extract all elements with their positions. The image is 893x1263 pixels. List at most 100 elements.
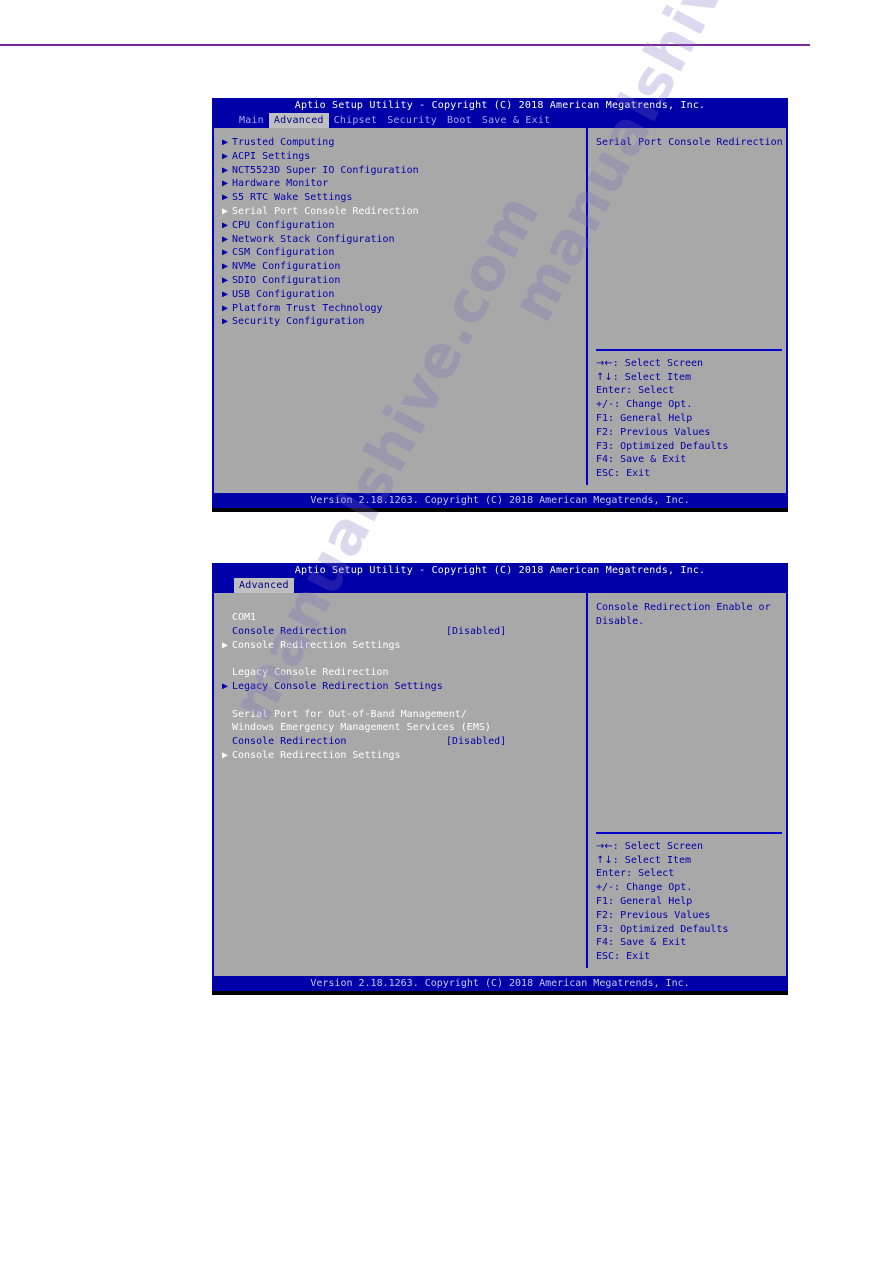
spacer-icon: ▶ <box>222 611 232 625</box>
menu-item-csm-configuration[interactable]: ▶ CSM Configuration <box>218 246 586 260</box>
help-description: Serial Port Console Redirection <box>596 136 786 150</box>
key-hint-label: : Select Item <box>612 854 692 866</box>
key-legend: →←: Select Screen ↑↓: Select Item Enter: S… <box>596 357 786 485</box>
key-hint: F1: General Help <box>596 895 786 909</box>
screen-body: ▶COM1▶Console Redirection[Disabled]▶Cons… <box>212 593 788 968</box>
tab-boot[interactable]: Boot <box>442 113 477 128</box>
page-top-rule <box>0 44 810 46</box>
submenu-arrow-icon: ▶ <box>222 137 229 148</box>
menu-tab-bar: Advanced <box>212 578 788 593</box>
key-hint: Enter: Select <box>596 867 786 881</box>
tab-main[interactable]: Main <box>234 113 269 128</box>
key-hint-label: : Select Item <box>612 371 692 383</box>
key-hint-label: F4: Save & Exit <box>596 937 687 949</box>
submenu-legacy-console-redirection-settings[interactable]: ▶ Legacy Console Redirection Settings <box>218 680 586 694</box>
key-hint: F1: General Help <box>596 412 786 426</box>
submenu-arrow-icon: ▶ <box>222 219 229 231</box>
menu-item-label: NCT5523D Super IO Configuration <box>232 164 419 176</box>
key-hint: →←: Select Screen <box>596 357 786 371</box>
spacer-icon: ▶ <box>222 708 232 722</box>
help-spacer <box>596 150 786 349</box>
menu-item-label: SDIO Configuration <box>232 274 341 286</box>
title-bar: Aptio Setup Utility - Copyright (C) 2018… <box>212 98 788 113</box>
menu-item-network-stack-configuration[interactable]: ▶ Network Stack Configuration <box>218 233 586 247</box>
key-hint: F2: Previous Values <box>596 909 786 923</box>
submenu-label: Console Redirection Settings <box>232 749 401 761</box>
tab-advanced[interactable]: Advanced <box>234 578 294 593</box>
section-heading-label: COM1 <box>232 612 257 623</box>
row-spacer <box>218 694 586 708</box>
menu-item-serial-port-console-redirection[interactable]: ▶ Serial Port Console Redirection <box>218 205 586 219</box>
menu-item-label: Hardware Monitor <box>232 178 329 190</box>
menu-tab-bar: Main Advanced Chipset Security Boot Save & Ex… <box>212 113 788 128</box>
footer-version: Version 2.18.1263. Copyright (C) 2018 Am… <box>212 976 788 991</box>
section-heading-label: Legacy Console Redirection <box>232 667 389 679</box>
spacer-icon: ▶ <box>222 735 232 749</box>
menu-item-hardware-monitor[interactable]: ▶ Hardware Monitor <box>218 177 586 191</box>
key-hint-label: F1: General Help <box>596 413 693 425</box>
spacer-icon: ▶ <box>222 666 232 680</box>
setting-console-redirection[interactable]: ▶Console Redirection [Disabled] <box>218 735 586 749</box>
key-hint: F3: Optimized Defaults <box>596 923 786 937</box>
key-hint-label: F4: Save & Exit <box>596 454 687 466</box>
help-pane: Console Redirection Enable or Disable. →←… <box>588 593 786 968</box>
help-line: Disable. <box>596 615 645 627</box>
menu-item-usb-configuration[interactable]: ▶ USB Configuration <box>218 288 586 302</box>
key-hint-label: F3: Optimized Defaults <box>596 923 729 935</box>
menu-item-nvme-configuration[interactable]: ▶ NVMe Configuration <box>218 260 586 274</box>
menu-item-label: Security Configuration <box>232 316 365 328</box>
key-hint: ESC: Exit <box>596 950 786 964</box>
help-spacer <box>596 629 786 832</box>
key-hint: +/-: Change Opt. <box>596 398 786 412</box>
menu-item-cpu-configuration[interactable]: ▶ CPU Configuration <box>218 219 586 233</box>
key-hint-label: Enter: Select <box>596 385 675 397</box>
spacer-icon: ▶ <box>222 721 232 735</box>
setting-value[interactable]: [Disabled] <box>446 735 506 749</box>
menu-item-acpi-settings[interactable]: ▶ ACPI Settings <box>218 150 586 164</box>
section-heading-com1: ▶COM1 <box>218 611 586 625</box>
menu-item-trusted-computing[interactable]: ▶ Trusted Computing <box>218 136 586 150</box>
help-line: Serial Port Console Redirection <box>596 137 783 148</box>
bios-screen-advanced-menu: Aptio Setup Utility - Copyright (C) 2018… <box>212 98 788 512</box>
menu-item-nct5523d-super-io-configuration[interactable]: ▶ NCT5523D Super IO Configuration <box>218 164 586 178</box>
menu-item-s5-rtc-wake-settings[interactable]: ▶ S5 RTC Wake Settings <box>218 191 586 205</box>
menu-item-label: CSM Configuration <box>232 247 335 259</box>
menu-item-label: NVMe Configuration <box>232 261 341 273</box>
arrow-keys-icon: ↑↓ <box>596 854 613 866</box>
menu-item-sdio-configuration[interactable]: ▶ SDIO Configuration <box>218 274 586 288</box>
menu-item-security-configuration[interactable]: ▶ Security Configuration <box>218 315 586 329</box>
menu-item-platform-trust-technology[interactable]: ▶ Platform Trust Technology <box>218 302 586 316</box>
arrow-keys-icon: →← <box>596 357 613 369</box>
key-hint-label: : Select Screen <box>612 357 704 369</box>
tab-save-exit[interactable]: Save & Exit <box>477 113 555 128</box>
key-hint-label: : Select Screen <box>612 840 704 852</box>
section-heading-serial-port-for-out-of-band-management: ▶Serial Port for Out-of-Band Management/ <box>218 708 586 722</box>
key-hint: ESC: Exit <box>596 467 786 481</box>
key-hint-label: F2: Previous Values <box>596 426 711 438</box>
help-pane: Serial Port Console Redirection →←: Sele… <box>588 128 786 485</box>
help-description: Console Redirection Enable or Disable. <box>596 601 786 629</box>
screen-body: ▶ Trusted Computing ▶ ACPI Settings ▶ NCT5523… <box>212 128 788 485</box>
menu-item-label: Platform Trust Technology <box>232 302 383 314</box>
submenu-arrow-icon: ▶ <box>222 302 229 314</box>
setting-label: Console Redirection <box>232 736 347 748</box>
footer-pad <box>212 991 788 995</box>
setting-value[interactable]: [Disabled] <box>446 625 506 639</box>
help-divider <box>596 831 782 834</box>
submenu-console-redirection-settings[interactable]: ▶ Console Redirection Settings <box>218 639 586 653</box>
key-hint-label: +/-: Change Opt. <box>596 882 693 894</box>
submenu-arrow-icon: ▶ <box>222 150 229 162</box>
tab-chipset[interactable]: Chipset <box>329 113 383 128</box>
submenu-arrow-icon: ▶ <box>222 192 229 204</box>
key-hint: F2: Previous Values <box>596 426 786 440</box>
key-hint-label: ESC: Exit <box>596 951 651 963</box>
row-spacer <box>218 652 586 666</box>
screen-bottom-gap <box>212 485 788 493</box>
setting-console-redirection[interactable]: ▶Console Redirection [Disabled] <box>218 625 586 639</box>
submenu-arrow-icon: ▶ <box>222 261 229 273</box>
submenu-console-redirection-settings[interactable]: ▶ Console Redirection Settings <box>218 749 586 763</box>
tab-security[interactable]: Security <box>382 113 442 128</box>
tab-advanced[interactable]: Advanced <box>268 113 329 128</box>
menu-item-label: Trusted Computing <box>232 137 335 148</box>
title-bar: Aptio Setup Utility - Copyright (C) 2018… <box>212 563 788 578</box>
